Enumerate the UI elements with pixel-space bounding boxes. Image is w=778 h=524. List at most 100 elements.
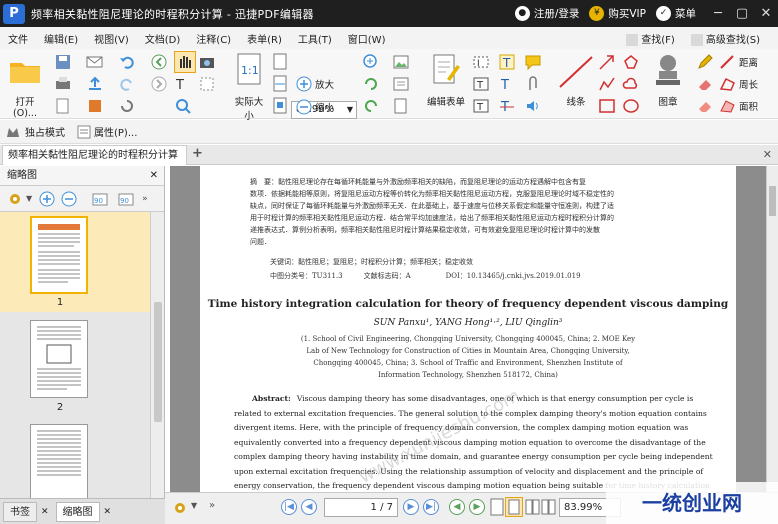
- perimeter-button[interactable]: 周长: [720, 77, 758, 91]
- first-page-button[interactable]: |◀: [281, 499, 297, 515]
- document-viewer[interactable]: 摘 要：黏性阻尼理论存在每循环耗能量与外激励频率相关的缺陷，而复阻尼理论的运动方…: [170, 166, 766, 492]
- menu-button[interactable]: ✓ 菜单: [656, 6, 696, 21]
- typewriter-icon[interactable]: T: [498, 53, 516, 74]
- export-icon[interactable]: [86, 97, 104, 118]
- text-highlight-icon[interactable]: T: [498, 75, 516, 96]
- continuous-page-icon[interactable]: [505, 497, 523, 517]
- text-field-icon[interactable]: I: [472, 53, 490, 74]
- viewer-scroll-thumb[interactable]: [769, 186, 776, 216]
- two-page-icon[interactable]: [525, 498, 541, 516]
- properties-button[interactable]: 属性(P)...: [77, 124, 137, 139]
- tab-bookmarks[interactable]: 书签: [3, 501, 37, 522]
- exclusive-mode-button[interactable]: 独占模式: [6, 124, 65, 139]
- rotate-left-icon[interactable]: [362, 97, 380, 118]
- more-icon[interactable]: »: [142, 194, 148, 204]
- single-page-icon[interactable]: [489, 498, 505, 516]
- add-image-icon[interactable]: [392, 53, 410, 74]
- area-button[interactable]: 面积: [720, 99, 758, 113]
- select-text-icon[interactable]: T: [174, 75, 192, 96]
- thumbnail-scrollbar[interactable]: [150, 212, 164, 498]
- zoom-dropdown-icon[interactable]: [362, 53, 380, 74]
- ellipse-icon[interactable]: [622, 97, 640, 118]
- text-strike-icon[interactable]: T: [498, 97, 516, 118]
- mail-icon[interactable]: [86, 53, 104, 74]
- gear-icon[interactable]: [6, 190, 24, 208]
- menu-tools[interactable]: 工具(T): [290, 31, 340, 46]
- document-tab[interactable]: 频率相关黏性阻尼理论的时程积分计算: [2, 145, 187, 165]
- panel-close-button[interactable]: ✕: [150, 166, 158, 185]
- rotate-left-thumb-icon[interactable]: 90: [90, 190, 110, 208]
- select-object-icon[interactable]: [198, 75, 216, 96]
- tab-bookmarks-close[interactable]: ✕: [41, 507, 49, 517]
- polygon-icon[interactable]: [622, 53, 640, 74]
- back-icon[interactable]: [150, 53, 168, 74]
- zoom-out-thumb-icon[interactable]: [60, 190, 78, 208]
- print-icon[interactable]: [54, 75, 72, 96]
- forward-icon[interactable]: [150, 75, 168, 96]
- more-icon[interactable]: »: [209, 500, 215, 511]
- hand-tool-icon[interactable]: [174, 51, 196, 73]
- next-page-button[interactable]: ▶: [403, 499, 419, 515]
- page-number-input[interactable]: 1 / 7: [324, 498, 398, 517]
- undo-icon[interactable]: [118, 53, 136, 74]
- add-tab-button[interactable]: +: [192, 146, 203, 161]
- attachment-icon[interactable]: [524, 75, 542, 96]
- gear-icon[interactable]: [171, 499, 189, 517]
- find-button[interactable]: 查找(F): [618, 31, 683, 46]
- minimize-button[interactable]: ─: [706, 6, 730, 21]
- buy-vip-button[interactable]: ¥ 购买VIP: [589, 6, 646, 21]
- forward-view-button[interactable]: ▶: [469, 499, 485, 515]
- viewer-scrollbar[interactable]: [766, 166, 778, 492]
- last-page-button[interactable]: ▶|: [423, 499, 439, 515]
- zoom-out-button[interactable]: 缩小: [296, 99, 334, 115]
- chevron-down-icon[interactable]: ▼: [191, 501, 197, 510]
- close-tab-button[interactable]: ✕: [763, 148, 772, 161]
- fit-page-icon[interactable]: [272, 53, 288, 74]
- line-button[interactable]: 线条: [556, 55, 596, 108]
- menu-edit[interactable]: 编辑(E): [36, 31, 86, 46]
- zoom-in-button[interactable]: 放大: [296, 76, 334, 92]
- menu-comment[interactable]: 注释(C): [188, 31, 239, 46]
- upload-icon[interactable]: [86, 75, 104, 96]
- rotate-icon[interactable]: [118, 97, 136, 118]
- back-view-button[interactable]: ◀: [449, 499, 465, 515]
- tab-thumbnails-close[interactable]: ✕: [104, 507, 112, 517]
- chevron-down-icon[interactable]: ▼: [26, 194, 32, 203]
- advanced-find-button[interactable]: 高级查找(S): [683, 31, 768, 46]
- polyline-icon[interactable]: [598, 75, 616, 96]
- maximize-button[interactable]: ▢: [730, 6, 754, 21]
- rectangle-icon[interactable]: [598, 97, 616, 118]
- note-icon[interactable]: [524, 53, 542, 74]
- cloud-icon[interactable]: [622, 75, 640, 96]
- redo-icon[interactable]: [118, 75, 136, 96]
- add-text-icon[interactable]: [392, 75, 410, 96]
- rotate-right-thumb-icon[interactable]: 90: [116, 190, 136, 208]
- callout-icon[interactable]: T: [472, 97, 490, 118]
- text-box-icon[interactable]: T: [472, 75, 490, 96]
- actual-size-button[interactable]: 1:1 实际大小: [232, 53, 266, 122]
- save-icon[interactable]: [54, 53, 72, 74]
- thumbnail-item[interactable]: [0, 420, 150, 498]
- distance-button[interactable]: 距离: [720, 55, 758, 69]
- menu-file[interactable]: 文件: [0, 31, 36, 46]
- scroll-thumb[interactable]: [154, 302, 162, 422]
- stamp-button[interactable]: 图章: [650, 53, 686, 108]
- snapshot-icon[interactable]: [198, 53, 216, 74]
- edit-form-button[interactable]: 编辑表单: [426, 53, 466, 108]
- menu-document[interactable]: 文档(D): [137, 31, 189, 46]
- page-icon[interactable]: [54, 97, 72, 118]
- close-button[interactable]: ✕: [754, 6, 778, 21]
- two-page-continuous-icon[interactable]: [541, 498, 557, 516]
- fit-visible-icon[interactable]: [272, 97, 288, 118]
- eraser-icon[interactable]: [696, 75, 714, 96]
- zoom-in-thumb-icon[interactable]: [38, 190, 56, 208]
- previous-page-button[interactable]: ◀: [301, 499, 317, 515]
- register-login-button[interactable]: ● 注册/登录: [514, 6, 579, 21]
- menu-window[interactable]: 窗口(W): [340, 31, 394, 46]
- sound-icon[interactable]: [524, 97, 542, 118]
- arrow-icon[interactable]: [598, 53, 616, 74]
- pencil-icon[interactable]: [696, 53, 714, 74]
- rotate-right-icon[interactable]: [362, 75, 380, 96]
- menu-form[interactable]: 表单(R): [239, 31, 290, 46]
- fit-width-icon[interactable]: [272, 75, 288, 96]
